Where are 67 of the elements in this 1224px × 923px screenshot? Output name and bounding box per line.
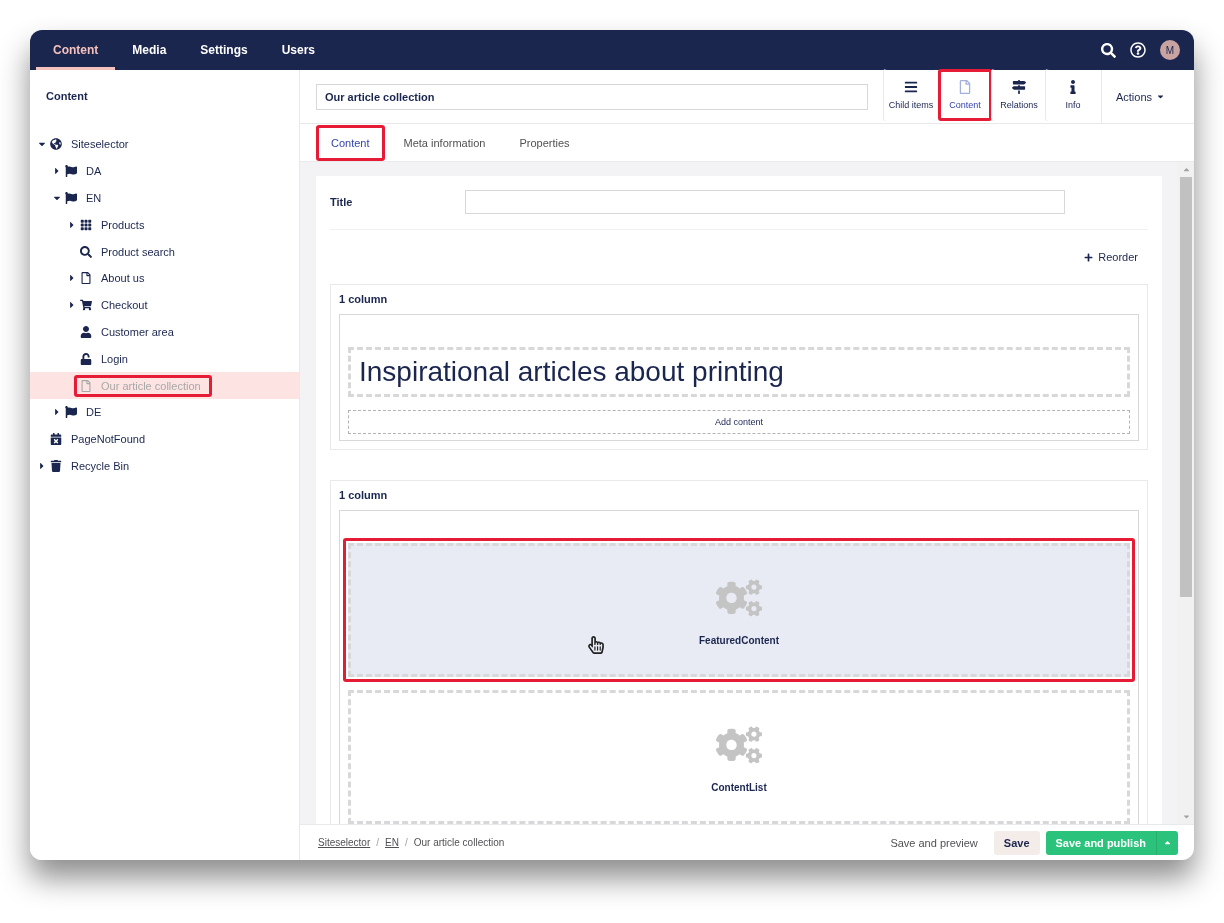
tab[interactable]: Properties — [504, 124, 585, 161]
language-icon — [64, 165, 77, 178]
breadcrumb-separator: / — [376, 837, 380, 848]
section-label: 1 column — [339, 489, 389, 501]
tab[interactable]: Content — [316, 124, 385, 161]
tree-item[interactable]: Checkout — [74, 294, 159, 317]
document-icon — [958, 80, 972, 94]
tree-item[interactable]: Siteselector — [44, 133, 140, 156]
title-input-field[interactable] — [465, 190, 1065, 214]
profile-icon — [79, 325, 92, 338]
tree-item[interactable]: About us — [74, 267, 156, 290]
section-label: 1 column — [339, 293, 389, 305]
language-icon — [64, 192, 77, 204]
catalog-icon — [79, 218, 92, 231]
caret-down-icon — [1156, 92, 1166, 101]
macro-block[interactable]: ContentList — [348, 690, 1130, 824]
tree-item[interactable]: Recycle Bin — [44, 454, 141, 477]
tree-item[interactable]: Login — [74, 347, 139, 370]
login-icon — [79, 352, 92, 365]
macro-name: ContentList — [711, 781, 767, 793]
reorder-button[interactable]: Reorder — [1078, 250, 1144, 264]
section-tab[interactable]: Settings — [183, 30, 265, 70]
section-tab[interactable]: Media — [115, 30, 184, 70]
add-content-button[interactable]: Add content — [348, 410, 1130, 434]
bin-icon — [49, 459, 62, 472]
breadcrumb-separator: / — [404, 837, 408, 848]
user-avatar[interactable]: M — [1160, 40, 1180, 60]
content-app-button[interactable]: Content — [938, 69, 992, 121]
field-label: Title — [330, 195, 354, 210]
error-icon — [49, 433, 62, 446]
search-icon[interactable] — [1101, 42, 1116, 58]
scroll-thumb[interactable] — [1180, 177, 1192, 597]
tree-item[interactable]: Products — [74, 213, 156, 236]
breadcrumb-text: Our article collection — [413, 837, 505, 848]
content-app-button[interactable]: Info — [1046, 69, 1100, 121]
macro-name: FeaturedContent — [699, 634, 779, 646]
tree-item[interactable]: Product search — [74, 240, 186, 263]
save-button[interactable]: Save — [993, 830, 1040, 855]
hand-pointer-icon — [587, 636, 605, 654]
site-icon — [49, 138, 62, 151]
checkout-icon — [79, 299, 92, 312]
search-icon — [79, 245, 92, 258]
help-icon[interactable] — [1130, 42, 1146, 58]
sidebar-title: Content — [45, 90, 89, 102]
tree-item[interactable]: Customer area — [74, 320, 185, 343]
heading-block[interactable]: Inspirational articles about printing — [348, 347, 1130, 397]
tree-item[interactable]: DE — [59, 401, 113, 424]
content-app-button[interactable]: Child items — [884, 69, 938, 121]
scrollbar[interactable] — [1178, 162, 1194, 824]
tree-item[interactable]: EN — [59, 187, 113, 209]
language-icon — [64, 406, 77, 419]
article-icon — [79, 379, 92, 392]
page-icon — [79, 272, 92, 285]
tree-item[interactable]: DA — [59, 160, 113, 183]
relations-icon — [1012, 80, 1026, 94]
preview-button[interactable]: Save and preview — [880, 830, 988, 855]
name-field[interactable]: Our article collection — [316, 83, 868, 110]
actions-button[interactable]: Actions — [1101, 70, 1179, 123]
section-tab[interactable]: Users — [264, 30, 333, 70]
breadcrumb-link[interactable]: EN — [385, 837, 399, 848]
move-icon — [1084, 252, 1094, 262]
breadcrumb-link[interactable]: Siteselector — [318, 837, 371, 848]
tab[interactable]: Meta information — [388, 124, 501, 161]
tree-item[interactable]: PageNotFound — [44, 428, 156, 451]
macro-block[interactable]: FeaturedContent — [348, 543, 1130, 677]
content-app-button[interactable]: Relations — [992, 69, 1046, 121]
list-icon — [904, 80, 918, 94]
